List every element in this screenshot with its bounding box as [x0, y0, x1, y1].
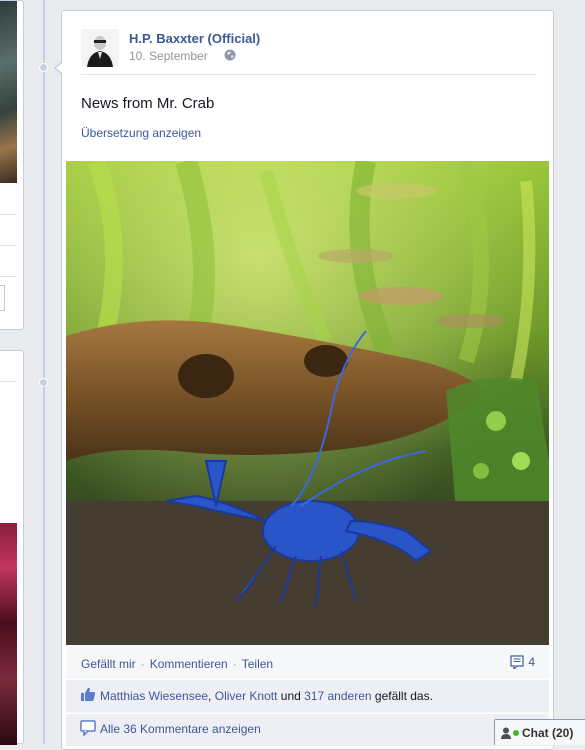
likes-text: Matthias Wiesensee, Oliver Knott und 317…: [100, 689, 433, 703]
comment-button[interactable]: Kommentieren: [150, 657, 228, 671]
comment-input-edge[interactable]: [0, 285, 5, 311]
chat-label: Chat (20): [522, 725, 574, 740]
divider: [0, 214, 17, 215]
all-comments-row[interactable]: Alle 36 Kommentare anzeigen: [66, 713, 549, 746]
comment-icon: [510, 655, 524, 669]
avatar-image: [81, 29, 119, 67]
previous-post-count[interactable]: 8: [0, 191, 1, 205]
post-date[interactable]: 10. September: [129, 49, 208, 63]
post-message: News from Mr. Crab: [81, 95, 215, 112]
divider: [0, 276, 17, 277]
author-avatar[interactable]: [81, 29, 119, 67]
others-link[interactable]: 317 anderen: [304, 689, 371, 703]
comment-count[interactable]: 4: [510, 655, 535, 669]
action-separator: ·: [232, 657, 237, 671]
likes-summary: Matthias Wiesensee, Oliver Knott und 317…: [66, 679, 549, 712]
timeline-dot: [39, 378, 48, 387]
share-button[interactable]: Teilen: [242, 657, 273, 671]
likes-suffix: gefällt das.: [374, 689, 433, 703]
user-icon: [501, 727, 511, 739]
post-actions: Gefällt mir · Kommentieren · Teilen: [81, 657, 273, 671]
likes-and: und: [280, 689, 301, 703]
post-photo[interactable]: [66, 161, 549, 645]
next-post-image[interactable]: [0, 523, 17, 745]
header-divider: [81, 74, 536, 75]
crayfish-photo: [66, 161, 549, 645]
previous-post-image[interactable]: [0, 1, 17, 183]
all-comments-link[interactable]: Alle 36 Kommentare anzeigen: [100, 722, 261, 736]
next-post-card: .: [0, 350, 24, 745]
author-name[interactable]: H.P. Baxxter (Official): [129, 31, 260, 46]
liker-link[interactable]: Matthias Wiesensee: [100, 689, 208, 703]
timeline-line: [43, 0, 45, 744]
globe-icon[interactable]: [224, 49, 236, 61]
post-arrow-inner: [56, 62, 63, 74]
online-indicator: [513, 729, 519, 736]
timeline-post: H.P. Baxxter (Official) 10. September Ne…: [54, 10, 554, 750]
divider: [0, 245, 17, 246]
timeline-dot: [39, 63, 48, 72]
left-column: 8 .: [0, 0, 25, 745]
translate-link[interactable]: Übersetzung anzeigen: [81, 126, 201, 140]
likes-comma: ,: [208, 689, 212, 703]
liker-link[interactable]: Oliver Knott: [215, 689, 278, 703]
previous-post-card: 8: [0, 0, 24, 330]
comment-count-value: 4: [528, 655, 535, 669]
divider: [0, 381, 17, 382]
like-button[interactable]: Gefällt mir: [81, 657, 136, 671]
action-separator: ·: [140, 657, 145, 671]
chat-tab[interactable]: Chat (20): [494, 719, 585, 745]
thumbs-up-icon: [81, 687, 96, 701]
speech-bubble-icon: [80, 720, 96, 736]
